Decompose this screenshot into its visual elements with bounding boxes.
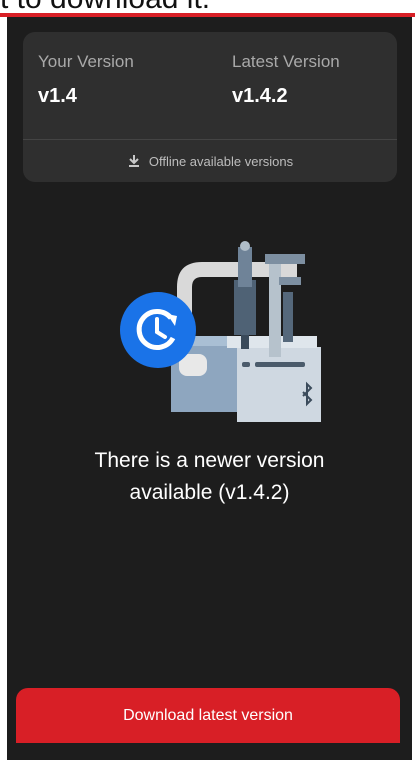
offline-versions-label: Offline available versions: [148, 153, 294, 169]
latest-version-label: Latest Version: [232, 52, 340, 71]
download-icon: [127, 154, 141, 168]
update-message-line1: There is a newer version: [94, 449, 325, 472]
update-illustration: [107, 222, 327, 422]
app-page: t to download it. Your Version v1.4 Late…: [0, 0, 415, 760]
your-version-block: Your Version v1.4: [38, 52, 134, 108]
update-message: There is a newer version available (v1.4…: [27, 445, 392, 509]
update-clock-icon: [120, 292, 196, 368]
update-screen: Your Version v1.4 Latest Version v1.4.2 …: [7, 17, 412, 760]
offline-versions-button[interactable]: Offline available versions: [23, 140, 397, 182]
your-version-value: v1.4: [38, 85, 77, 107]
your-version-label: Your Version: [38, 52, 134, 71]
update-message-line2: available (v1.4.2): [129, 481, 290, 504]
download-latest-label: Download latest version: [123, 706, 293, 724]
download-latest-button[interactable]: Download latest version: [16, 688, 400, 743]
version-card: Your Version v1.4 Latest Version v1.4.2 …: [23, 32, 397, 182]
latest-version-block: Latest Version v1.4.2: [232, 52, 340, 108]
latest-version-value: v1.4.2: [232, 85, 288, 107]
